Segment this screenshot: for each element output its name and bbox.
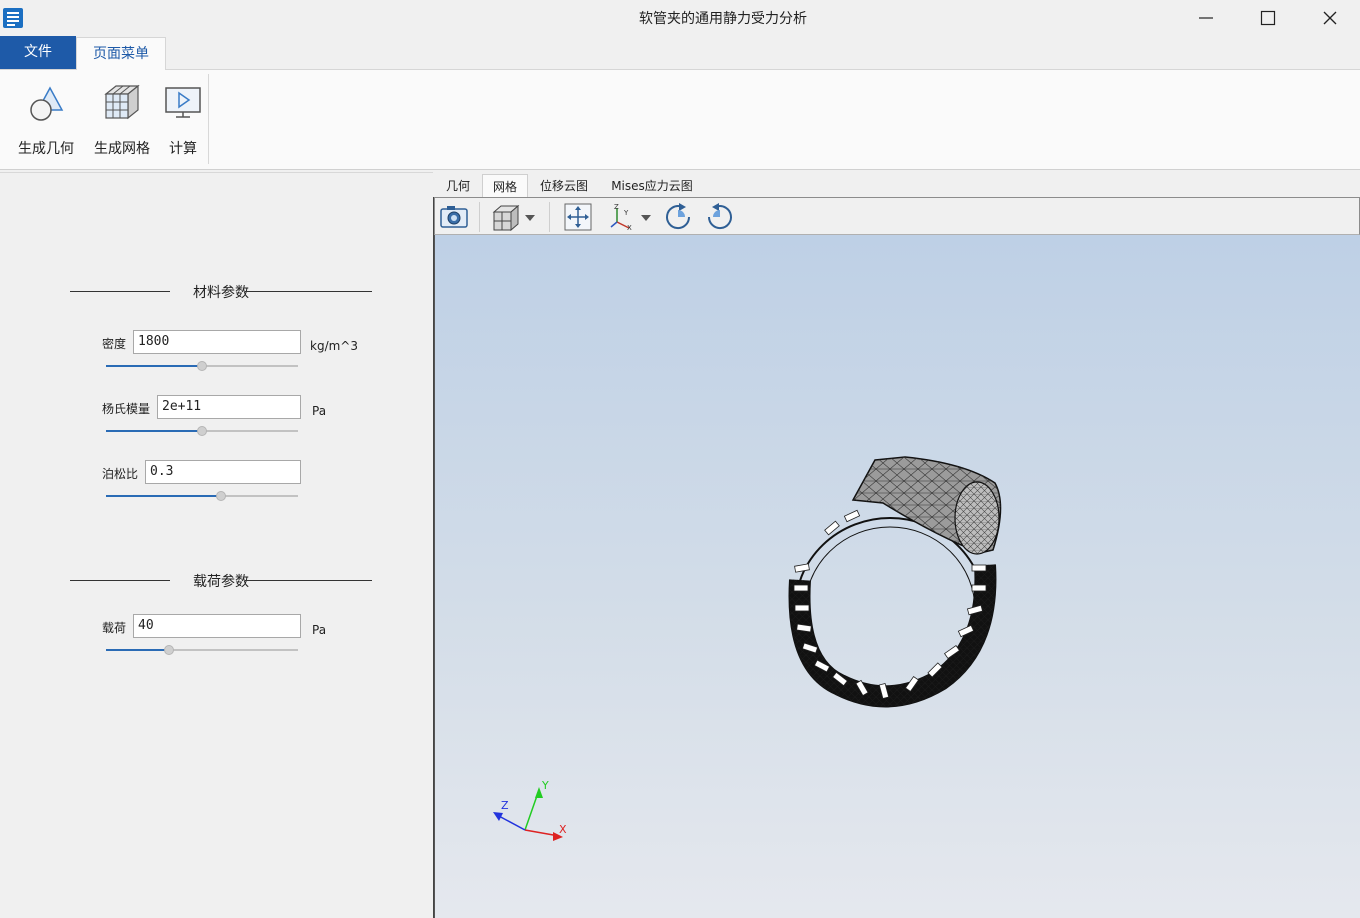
viewer-toolbar: Z Y X xyxy=(434,197,1360,235)
page-menu-tab[interactable]: 页面菜单 xyxy=(76,37,166,71)
youngs-modulus-unit: Pa xyxy=(312,404,327,418)
poisson-ratio-input[interactable]: 0.3 xyxy=(145,460,301,484)
tab-mises-stress-contour[interactable]: Mises应力云图 xyxy=(602,174,702,198)
screenshot-button[interactable] xyxy=(439,202,469,232)
mesh-icon xyxy=(104,84,140,120)
density-slider[interactable] xyxy=(106,360,298,372)
rotate-ccw-icon xyxy=(707,203,732,230)
svg-text:Z: Z xyxy=(614,203,619,211)
load-label: 载荷 xyxy=(102,621,127,635)
load-slider[interactable] xyxy=(106,644,298,656)
parameter-panel: 材料参数 密度 1800 kg/m^3 杨氏模量 2e+11 Pa 泊松比 0.… xyxy=(0,172,433,918)
generate-geometry-button[interactable]: 生成几何 xyxy=(12,78,80,158)
view-style-dropdown[interactable] xyxy=(523,202,537,232)
slider-thumb[interactable] xyxy=(197,361,207,371)
slider-thumb[interactable] xyxy=(164,645,175,655)
dropdown-arrow-icon xyxy=(641,215,651,221)
dropdown-arrow-icon xyxy=(525,215,535,221)
menu-bar: 文件 页面菜单 xyxy=(0,36,1360,71)
slider-thumb[interactable] xyxy=(216,491,227,501)
material-section-header: 材料参数 xyxy=(70,281,372,301)
axis-z-label: Z xyxy=(501,799,509,812)
density-unit: kg/m^3 xyxy=(310,339,358,353)
axes-view-dropdown[interactable] xyxy=(639,202,653,232)
axes-icon: Z Y X xyxy=(610,203,632,232)
close-icon xyxy=(1323,11,1337,25)
toolbar-divider xyxy=(479,202,480,232)
3d-viewport[interactable]: Y X Z xyxy=(434,235,1360,918)
maximize-icon xyxy=(1260,10,1276,26)
hose-clamp-mesh-model: Y X Z xyxy=(493,456,1002,841)
slider-thumb[interactable] xyxy=(197,426,207,436)
minimize-icon xyxy=(1199,17,1213,19)
svg-text:X: X xyxy=(627,224,632,232)
toolbar-divider xyxy=(549,202,550,232)
title-bar: 软管夹的通用静力受力分析 xyxy=(0,0,1360,36)
material-section-title: 材料参数 xyxy=(193,285,249,301)
geometry-icon xyxy=(30,86,64,121)
axis-y-label: Y xyxy=(541,779,549,792)
ribbon-divider xyxy=(208,74,209,164)
tab-mesh[interactable]: 网格 xyxy=(482,174,528,198)
rotate-cw-icon xyxy=(666,203,691,230)
close-button[interactable] xyxy=(1299,0,1360,36)
generate-mesh-button[interactable]: 生成网格 xyxy=(88,78,156,158)
maximize-button[interactable] xyxy=(1237,0,1299,36)
ribbon: 生成几何 生成网格 计算 xyxy=(0,70,1360,170)
fit-view-icon xyxy=(564,203,592,231)
load-input[interactable]: 40 xyxy=(133,614,301,638)
file-tab[interactable]: 文件 xyxy=(0,36,76,69)
axis-triad: Y X Z xyxy=(493,779,567,841)
minimize-button[interactable] xyxy=(1175,0,1237,36)
youngs-modulus-slider[interactable] xyxy=(106,425,298,437)
youngs-modulus-input[interactable]: 2e+11 xyxy=(157,395,301,419)
axes-view-button[interactable]: Z Y X xyxy=(607,202,637,232)
generate-geometry-label: 生成几何 xyxy=(18,141,74,157)
load-section-title: 载荷参数 xyxy=(193,574,249,590)
load-section-header: 载荷参数 xyxy=(70,570,372,590)
load-unit: Pa xyxy=(312,623,327,637)
axis-x-label: X xyxy=(559,823,567,836)
tab-displacement-contour[interactable]: 位移云图 xyxy=(530,174,598,198)
window-title: 软管夹的通用静力受力分析 xyxy=(639,11,807,27)
camera-icon xyxy=(440,206,468,228)
view-style-button[interactable] xyxy=(491,202,521,232)
fit-view-button[interactable] xyxy=(563,202,593,232)
compute-label: 计算 xyxy=(169,141,197,157)
rotate-clockwise-button[interactable] xyxy=(663,202,693,232)
poisson-ratio-slider[interactable] xyxy=(106,490,298,502)
rotate-counterclockwise-button[interactable] xyxy=(705,202,735,232)
view-tab-bar: 几何 网格 位移云图 Mises应力云图 xyxy=(434,172,1360,198)
density-input[interactable]: 1800 xyxy=(133,330,301,354)
compute-icon xyxy=(165,87,201,118)
view-cube-icon xyxy=(492,204,520,232)
density-label: 密度 xyxy=(102,337,127,351)
poisson-ratio-label: 泊松比 xyxy=(102,467,139,481)
tab-geometry[interactable]: 几何 xyxy=(436,174,480,198)
compute-button[interactable]: 计算 xyxy=(162,78,204,158)
youngs-modulus-label: 杨氏模量 xyxy=(102,402,151,416)
svg-text:Y: Y xyxy=(623,209,629,217)
generate-mesh-label: 生成网格 xyxy=(94,141,150,157)
